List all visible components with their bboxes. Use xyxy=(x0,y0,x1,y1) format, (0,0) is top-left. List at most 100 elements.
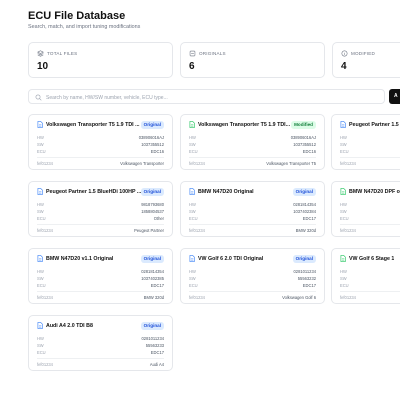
divider xyxy=(340,224,400,225)
sw-label: SW xyxy=(37,209,44,214)
search-input[interactable]: Search by name, HW/SW number, vehicle, E… xyxy=(28,89,385,104)
status-badge: Modified xyxy=(291,120,316,129)
file-name: Volkswagen Transporter T5 1.9 TDI... xyxy=(198,122,291,128)
sw-label: SW xyxy=(189,142,196,147)
stat-value: 6 xyxy=(189,61,195,72)
file-name: BMW N47D20 v1.1 Original xyxy=(46,256,114,262)
hw-label: HW xyxy=(340,202,347,207)
file-icon xyxy=(37,188,43,195)
hw-label: HW xyxy=(189,202,196,207)
sw-row: SW xyxy=(340,209,400,214)
ecu-row: ECU EDC16 xyxy=(37,149,164,154)
ecu-value: EDC17 xyxy=(302,283,316,288)
hw-value: 0281011234 xyxy=(141,336,164,341)
divider xyxy=(340,291,400,292)
hw-label: HW xyxy=(340,135,347,140)
sw-row: SW 1037355512 xyxy=(189,142,316,147)
ecu-label: ECU xyxy=(189,283,198,288)
file-icon xyxy=(189,255,195,262)
file-card[interactable]: Peugeot Partner 1.5 HW SW ECU fef01234 xyxy=(331,114,400,170)
stat-label: TOTAL FILES xyxy=(47,51,78,56)
page-title: ECU File Database xyxy=(28,10,126,22)
card-footer: fef01234 xyxy=(340,228,400,233)
sw-value: 1037402385 xyxy=(141,276,164,281)
hw-label: HW xyxy=(37,269,44,274)
file-card[interactable]: VW Golf 6 2.0 TDI Original Original HW 02… xyxy=(180,248,325,304)
stat-value: 4 xyxy=(341,61,347,72)
page-subtitle: Search, match, and import tuning modific… xyxy=(28,24,141,30)
card-footer: fef01234 Audi A4 xyxy=(37,362,164,367)
hw-row: HW 9818793680 xyxy=(37,202,164,207)
sw-value: 55563233 xyxy=(145,343,164,348)
file-hash: fef01234 xyxy=(189,161,205,166)
card-footer: fef01234 BMW 320d xyxy=(37,295,164,300)
sw-row: SW 1858804537 xyxy=(37,209,164,214)
file-card[interactable]: Volkswagen Transporter T5 1.9 TDI... Mod… xyxy=(180,114,325,170)
file-hash: fef01234 xyxy=(340,295,356,300)
vehicle-name: Volkswagen Transporter xyxy=(120,161,164,166)
ecu-label: ECU xyxy=(340,283,349,288)
sw-label: SW xyxy=(37,276,44,281)
sw-row: SW xyxy=(340,276,400,281)
hw-label: HW xyxy=(37,202,44,207)
hw-row: HW 038906016AJ xyxy=(189,135,316,140)
file-name: VW Golf 6 Stage 1 xyxy=(349,256,395,262)
status-badge: Original xyxy=(140,187,164,196)
file-name: Peugeot Partner 1.5 xyxy=(349,122,399,128)
divider xyxy=(189,291,316,292)
stack-icon xyxy=(37,49,44,57)
search-action-button[interactable]: A xyxy=(389,89,400,104)
card-footer: fef01234 Volkswagen Golf 6 xyxy=(189,295,316,300)
ecu-label: ECU xyxy=(37,283,46,288)
file-card[interactable]: VW Golf 6 Stage 1 HW SW ECU fef01234 xyxy=(331,248,400,304)
divider xyxy=(37,157,164,158)
card-footer: fef01234 Volkswagen Transporter T5 xyxy=(189,161,316,166)
file-card[interactable]: Volkswagen Transporter T5 1.9 TDI ... Or… xyxy=(28,114,173,170)
layers-icon xyxy=(189,50,196,56)
stat-modified: MODIFIED 4 xyxy=(332,42,400,78)
card-footer: fef01234 xyxy=(340,161,400,166)
file-icon xyxy=(340,188,346,195)
hw-row: HW xyxy=(340,269,400,274)
divider xyxy=(37,291,164,292)
info-icon xyxy=(341,50,348,56)
vehicle-name: Audi A4 xyxy=(149,362,164,367)
vehicle-name: Volkswagen Golf 6 xyxy=(282,295,316,300)
sw-value: 1037355512 xyxy=(141,142,164,147)
hw-value: 9818793680 xyxy=(141,202,164,207)
divider xyxy=(37,358,164,359)
file-card[interactable]: Peugeot Partner 1.5 BlueHDi 100HP ... Or… xyxy=(28,181,173,237)
sw-label: SW xyxy=(189,276,196,281)
stat-label: ORIGINALS xyxy=(199,51,226,56)
file-hash: fef01234 xyxy=(189,295,205,300)
sw-label: SW xyxy=(340,276,347,281)
file-icon xyxy=(189,188,195,195)
file-icon xyxy=(189,121,195,128)
file-card[interactable]: BMW N47D20 Original Original HW 028181435… xyxy=(180,181,325,237)
file-hash: fef01234 xyxy=(189,228,205,233)
file-card[interactable]: BMW N47D20 v1.1 Original Original HW 0281… xyxy=(28,248,173,304)
card-footer: fef01234 BMW 320d xyxy=(189,228,316,233)
hw-row: HW xyxy=(340,135,400,140)
search-icon xyxy=(35,94,42,101)
sw-label: SW xyxy=(340,142,347,147)
file-card[interactable]: BMW N47D20 DPF o HW SW ECU fef01234 xyxy=(331,181,400,237)
hw-row: HW 0281011234 xyxy=(37,336,164,341)
file-icon xyxy=(37,255,43,262)
file-name: Volkswagen Transporter T5 1.9 TDI ... xyxy=(46,122,140,128)
divider xyxy=(340,157,400,158)
search-placeholder: Search by name, HW/SW number, vehicle, E… xyxy=(46,94,168,101)
vehicle-name: BMW 320d xyxy=(143,295,164,300)
hw-row: HW 0281814354 xyxy=(37,269,164,274)
divider xyxy=(37,224,164,225)
vehicle-name: Peugeot Partner xyxy=(134,228,164,233)
hw-label: HW xyxy=(37,336,44,341)
file-card[interactable]: Audi A4 2.0 TDI B8 Original HW 0281011234… xyxy=(28,315,173,371)
vehicle-name: Volkswagen Transporter T5 xyxy=(266,161,316,166)
ecu-row: ECU EDC17 xyxy=(189,216,316,221)
file-name: BMW N47D20 Original xyxy=(198,189,254,195)
hw-value: 038906016AJ xyxy=(138,135,164,140)
sw-row: SW 55563233 xyxy=(37,343,164,348)
file-hash: fef01234 xyxy=(37,228,53,233)
ecu-label: ECU xyxy=(189,216,198,221)
